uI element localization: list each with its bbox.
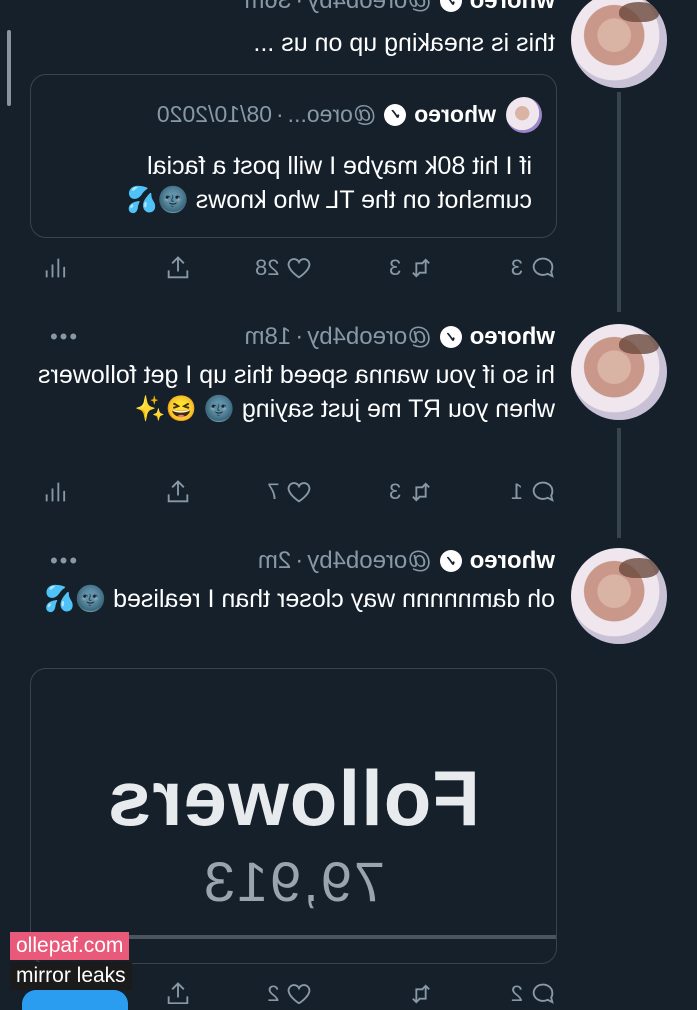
- heart-icon: [288, 482, 311, 503]
- reply-count: 2: [510, 981, 523, 1004]
- thread-line: [617, 92, 621, 312]
- analytics-icon: [45, 258, 66, 278]
- tweet-actions: 3 3 28: [30, 252, 557, 284]
- reply-icon: [532, 481, 554, 502]
- quoted-handle: @oreo...: [287, 101, 377, 127]
- tweet-header: whoreo ✓ @oreob4by · 2m •••: [20, 547, 555, 575]
- retweet-count: 3: [389, 255, 402, 280]
- separator-dot: ·: [295, 547, 304, 574]
- heart-icon: [288, 258, 311, 279]
- retweet-button[interactable]: [335, 980, 435, 1004]
- analytics-button[interactable]: [30, 254, 70, 282]
- timestamp[interactable]: 2m: [258, 547, 291, 575]
- thread-line: [617, 428, 621, 538]
- reply-button[interactable]: 3: [457, 254, 557, 282]
- retweet-count: 3: [389, 479, 402, 504]
- scrollbar[interactable]: [7, 30, 11, 106]
- retweet-icon: [412, 482, 431, 502]
- like-button[interactable]: 7: [214, 478, 314, 506]
- quoted-header: whoreo ✓ @oreo... · 08/10/2020: [157, 101, 496, 128]
- separator-dot: ·: [275, 101, 284, 127]
- tweet-text: oh damnnnnn way closer than I realised 🌚…: [43, 585, 555, 613]
- quoted-display-name: whoreo: [414, 101, 496, 127]
- tweet-text: this is sneaking up on us ...: [253, 29, 555, 57]
- analytics-icon: [45, 482, 66, 502]
- reply-count: 1: [510, 479, 523, 504]
- reply-icon: [532, 983, 554, 1004]
- like-count: 7: [267, 479, 280, 504]
- display-name[interactable]: whoreo: [470, 323, 555, 351]
- like-count: 28: [255, 255, 280, 280]
- more-options-icon[interactable]: •••: [48, 324, 77, 350]
- retweet-icon: [412, 984, 431, 1004]
- timestamp[interactable]: 36m: [245, 0, 292, 15]
- share-icon: [167, 256, 189, 279]
- avatar[interactable]: [571, 0, 667, 88]
- tweet-text: hi so if you wanna speed this up I get f…: [38, 361, 555, 423]
- separator-dot: ·: [295, 0, 304, 14]
- verified-icon: ✓: [439, 550, 462, 572]
- display-name[interactable]: whoreo: [470, 0, 555, 15]
- like-count: 2: [267, 981, 280, 1004]
- handle[interactable]: @oreob4by: [307, 0, 431, 15]
- quoted-tweet[interactable]: whoreo ✓ @oreo... · 08/10/2020 if I hit …: [30, 74, 557, 238]
- tweet-header: whoreo ✓ @oreob4by · 18m •••: [20, 323, 555, 351]
- watermark-site: ollepaf.com: [10, 932, 130, 960]
- retweet-button[interactable]: 3: [335, 254, 435, 282]
- verified-icon: ✓: [439, 0, 462, 12]
- tweet-header: whoreo ✓ @oreob4by · 36m •••: [20, 0, 555, 14]
- attached-image[interactable]: Followers 79,913: [30, 668, 557, 964]
- reply-icon: [532, 257, 554, 278]
- display-name[interactable]: whoreo: [470, 547, 555, 575]
- handle[interactable]: @oreob4by: [307, 547, 431, 575]
- verified-icon: ✓: [439, 326, 462, 348]
- quoted-avatar: [506, 97, 542, 133]
- heart-icon: [288, 984, 311, 1004]
- share-icon: [167, 982, 189, 1004]
- like-button[interactable]: 28: [214, 254, 314, 282]
- share-button[interactable]: [92, 478, 192, 506]
- handle[interactable]: @oreob4by: [307, 323, 431, 351]
- avatar[interactable]: [571, 324, 667, 420]
- analytics-button[interactable]: [30, 478, 70, 506]
- floating-compose-button[interactable]: [22, 990, 128, 1010]
- share-button[interactable]: [92, 254, 192, 282]
- watermark: ollepaf.com mirror leaks: [10, 932, 132, 990]
- mirrored-screenshot: whoreo ✓ @oreob4by · 36m ••• this is sne…: [0, 0, 697, 1004]
- separator-dot: ·: [295, 323, 304, 350]
- retweet-button[interactable]: 3: [335, 478, 435, 506]
- reply-button[interactable]: 1: [457, 478, 557, 506]
- share-icon: [167, 480, 189, 503]
- reply-count: 3: [510, 255, 523, 280]
- retweet-icon: [412, 258, 431, 278]
- watermark-tagline: mirror leaks: [10, 962, 132, 990]
- verified-icon: ✓: [384, 103, 407, 126]
- reply-button[interactable]: 2: [457, 980, 557, 1004]
- tweet-actions: 1 3 7: [30, 476, 557, 508]
- quoted-text: if I hit 80k maybe I will post a facial …: [126, 152, 533, 214]
- more-options-icon[interactable]: •••: [48, 548, 77, 574]
- quoted-date: 08/10/2020: [156, 101, 272, 127]
- media-follower-count: 79,913: [201, 850, 386, 913]
- media-followers-label: Followers: [106, 754, 481, 842]
- timestamp[interactable]: 18m: [245, 323, 292, 351]
- like-button[interactable]: 2: [214, 980, 314, 1004]
- avatar[interactable]: [571, 548, 667, 644]
